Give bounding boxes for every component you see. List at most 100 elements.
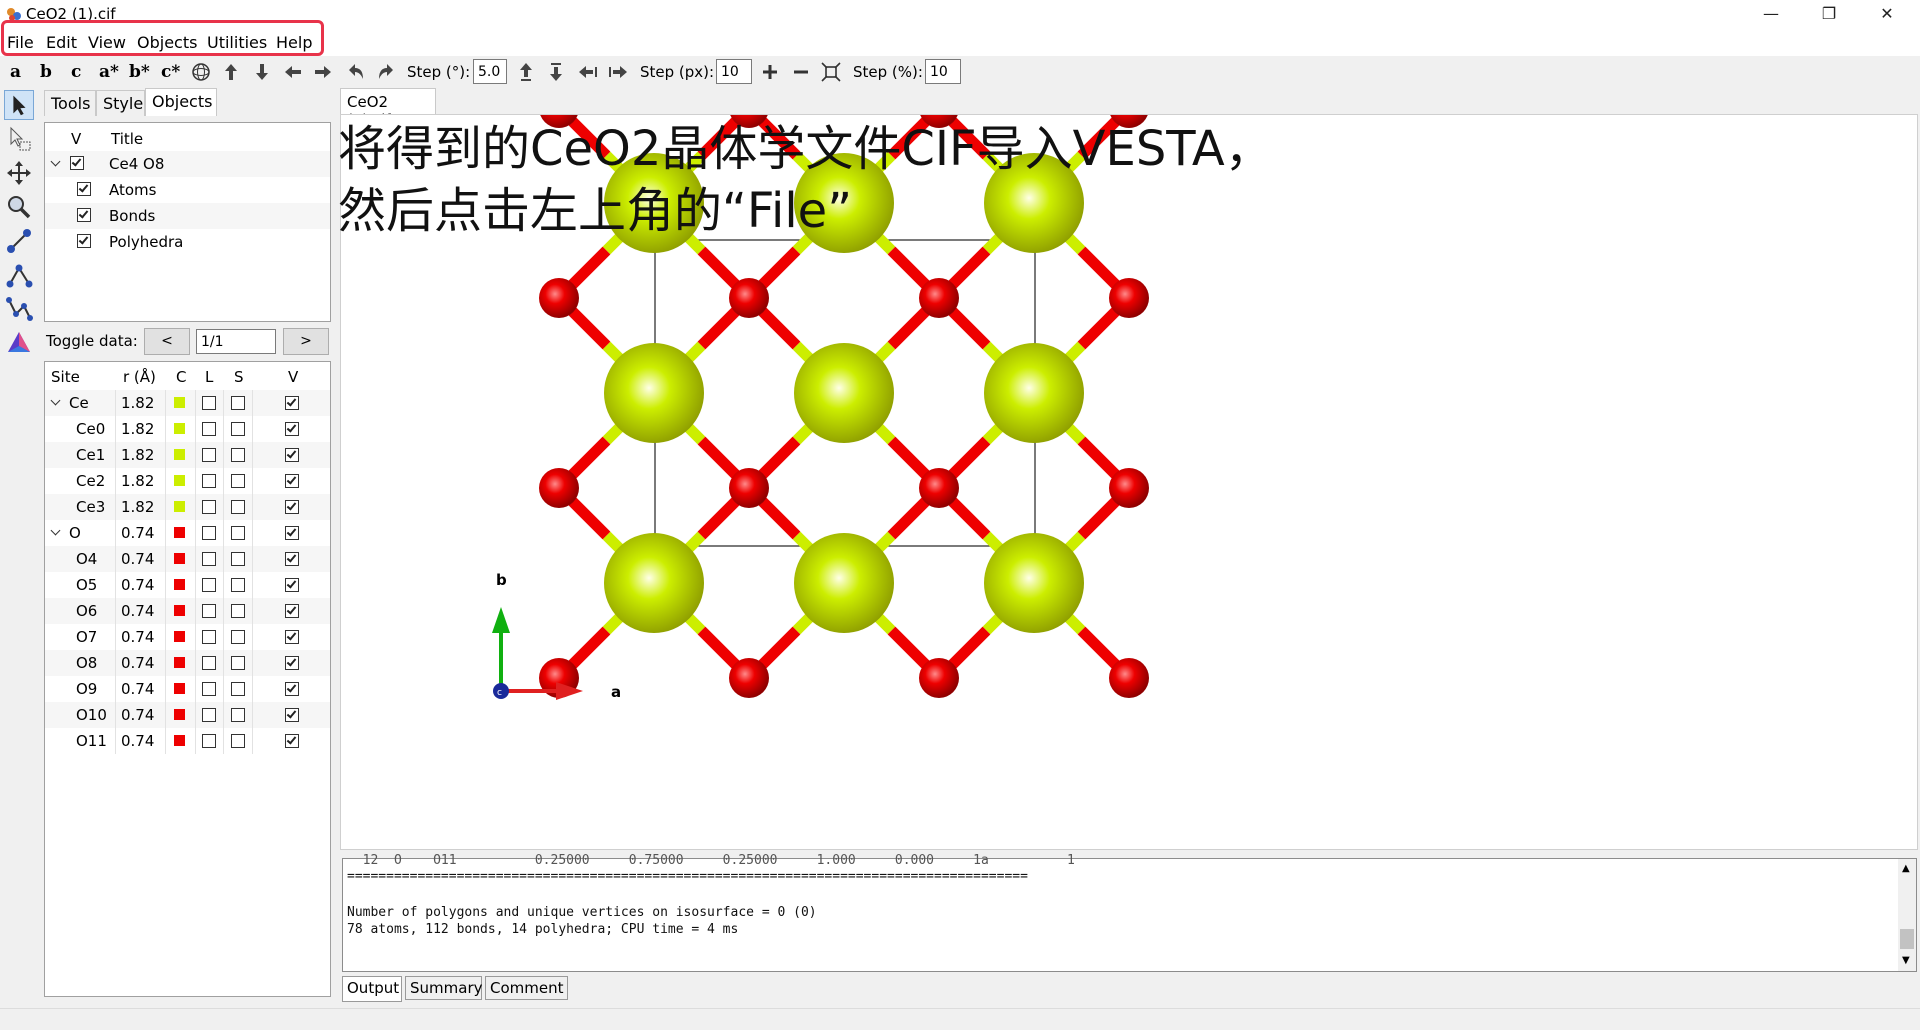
axis-a-button[interactable]: a: [10, 62, 21, 82]
site-row[interactable]: O8 0.74: [45, 650, 330, 676]
rotate-down-icon[interactable]: [251, 61, 273, 83]
site-row[interactable]: O4 0.74: [45, 546, 330, 572]
rotate-cw-icon[interactable]: [375, 61, 397, 83]
tab-output[interactable]: Output: [342, 976, 402, 1002]
zoom-out-icon[interactable]: [790, 61, 812, 83]
chevron-down-icon[interactable]: [50, 156, 61, 167]
axis-c-star-button[interactable]: c*: [161, 62, 180, 82]
polyhedron-tool-icon[interactable]: [4, 328, 34, 358]
site-sphere-checkbox[interactable]: [231, 734, 245, 748]
site-row[interactable]: Ce0 1.82: [45, 416, 330, 442]
site-color-swatch[interactable]: [174, 449, 185, 460]
site-label-checkbox[interactable]: [202, 682, 216, 696]
tree-checkbox[interactable]: [77, 234, 91, 248]
site-visible-checkbox[interactable]: [285, 396, 299, 410]
site-visible-checkbox[interactable]: [285, 448, 299, 462]
axis-b-star-button[interactable]: b*: [129, 62, 150, 82]
site-color-swatch[interactable]: [174, 579, 185, 590]
site-color-swatch[interactable]: [174, 553, 185, 564]
site-sphere-checkbox[interactable]: [231, 422, 245, 436]
tree-item-ce4o8[interactable]: Ce4 O8: [45, 151, 330, 177]
site-row[interactable]: O5 0.74: [45, 572, 330, 598]
site-label-checkbox[interactable]: [202, 474, 216, 488]
site-sphere-checkbox[interactable]: [231, 448, 245, 462]
site-visible-checkbox[interactable]: [285, 474, 299, 488]
scroll-down-icon[interactable]: ▼: [1902, 955, 1910, 966]
site-color-swatch[interactable]: [174, 683, 185, 694]
move-down-icon[interactable]: [545, 61, 567, 83]
site-color-swatch[interactable]: [174, 501, 185, 512]
site-row[interactable]: O 0.74: [45, 520, 330, 546]
move-up-icon[interactable]: [515, 61, 537, 83]
site-visible-checkbox[interactable]: [285, 656, 299, 670]
sphere-view-icon[interactable]: [190, 61, 212, 83]
site-label-checkbox[interactable]: [202, 526, 216, 540]
site-sphere-checkbox[interactable]: [231, 396, 245, 410]
site-visible-checkbox[interactable]: [285, 500, 299, 514]
site-sphere-checkbox[interactable]: [231, 552, 245, 566]
output-scrollbar[interactable]: ▲ ▼: [1898, 859, 1916, 971]
site-row[interactable]: Ce1 1.82: [45, 442, 330, 468]
tab-tools[interactable]: Tools: [44, 90, 96, 116]
site-label-checkbox[interactable]: [202, 630, 216, 644]
rotate-right-icon[interactable]: [312, 61, 334, 83]
axis-a-star-button[interactable]: a*: [99, 62, 119, 82]
site-label-checkbox[interactable]: [202, 448, 216, 462]
site-sphere-checkbox[interactable]: [231, 578, 245, 592]
site-color-swatch[interactable]: [174, 735, 185, 746]
axis-c-button[interactable]: c: [71, 62, 81, 82]
zoom-in-icon[interactable]: [759, 61, 781, 83]
site-color-swatch[interactable]: [174, 475, 185, 486]
site-row[interactable]: Ce 1.82: [45, 390, 330, 416]
site-label-checkbox[interactable]: [202, 500, 216, 514]
site-row[interactable]: O7 0.74: [45, 624, 330, 650]
site-color-swatch[interactable]: [174, 631, 185, 642]
toggle-next-button[interactable]: >: [283, 328, 329, 355]
rotate-up-icon[interactable]: [220, 61, 242, 83]
fit-to-window-icon[interactable]: [820, 61, 842, 83]
site-color-swatch[interactable]: [174, 423, 185, 434]
site-color-swatch[interactable]: [174, 527, 185, 538]
site-label-checkbox[interactable]: [202, 708, 216, 722]
site-label-checkbox[interactable]: [202, 656, 216, 670]
site-sphere-checkbox[interactable]: [231, 682, 245, 696]
toggle-prev-button[interactable]: <: [144, 328, 190, 355]
tab-summary[interactable]: Summary: [405, 976, 483, 1000]
site-label-checkbox[interactable]: [202, 578, 216, 592]
move-left-icon[interactable]: [577, 61, 599, 83]
tab-comment[interactable]: Comment: [485, 976, 568, 1000]
tree-checkbox[interactable]: [77, 182, 91, 196]
magnify-tool-icon[interactable]: [4, 192, 34, 222]
tree-checkbox[interactable]: [70, 156, 84, 170]
tree-item-atoms[interactable]: Atoms: [45, 177, 330, 203]
output-console[interactable]: 12 O O11 0.25000 0.75000 0.25000 1.000 0…: [342, 853, 1917, 972]
site-sphere-checkbox[interactable]: [231, 604, 245, 618]
toggle-data-input[interactable]: [196, 329, 276, 354]
chevron-down-icon[interactable]: [50, 395, 61, 406]
tab-objects[interactable]: Objects: [145, 88, 217, 116]
site-row[interactable]: Ce3 1.82: [45, 494, 330, 520]
dihedral-tool-icon[interactable]: [4, 294, 34, 324]
site-row[interactable]: O10 0.74: [45, 702, 330, 728]
site-label-checkbox[interactable]: [202, 396, 216, 410]
site-label-checkbox[interactable]: [202, 422, 216, 436]
tab-style[interactable]: Style: [96, 90, 145, 116]
site-sphere-checkbox[interactable]: [231, 630, 245, 644]
site-row[interactable]: O6 0.74: [45, 598, 330, 624]
multi-select-tool-icon[interactable]: [4, 124, 34, 154]
scroll-up-icon[interactable]: ▲: [1902, 863, 1910, 874]
close-icon[interactable]: ✕: [1864, 0, 1910, 30]
site-label-checkbox[interactable]: [202, 552, 216, 566]
document-tab[interactable]: CeO2 (1).cif: [340, 88, 436, 129]
axis-b-button[interactable]: b: [40, 62, 52, 82]
site-visible-checkbox[interactable]: [285, 604, 299, 618]
site-visible-checkbox[interactable]: [285, 552, 299, 566]
site-visible-checkbox[interactable]: [285, 708, 299, 722]
site-row[interactable]: Ce2 1.82: [45, 468, 330, 494]
site-sphere-checkbox[interactable]: [231, 526, 245, 540]
site-row[interactable]: O11 0.74: [45, 728, 330, 754]
step-px-input[interactable]: [716, 59, 752, 84]
site-sphere-checkbox[interactable]: [231, 474, 245, 488]
site-visible-checkbox[interactable]: [285, 630, 299, 644]
site-visible-checkbox[interactable]: [285, 422, 299, 436]
